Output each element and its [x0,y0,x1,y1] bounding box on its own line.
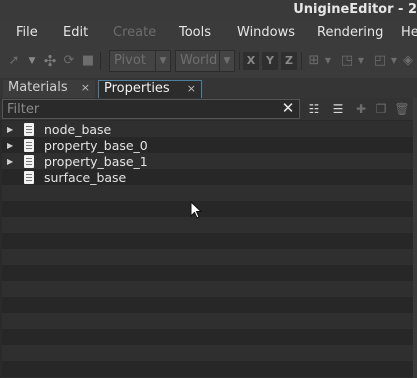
tree-item-label: node_base [44,122,112,137]
move-icon[interactable]: ✣ [43,54,57,69]
tab-properties[interactable]: Properties × [98,80,202,98]
collapse-all-icon[interactable]: ☰ [330,101,346,117]
chevron-down-icon: ▼ [219,51,234,71]
clone-icon[interactable]: ❐ [373,101,389,117]
document-icon [24,155,34,168]
menu-windows[interactable]: Windows [237,25,295,40]
menu-help[interactable]: He [401,25,417,40]
tab-materials-label: Materials [8,80,68,95]
dropdown-arrow-icon[interactable]: ▼ [25,54,39,68]
toolbar-separator [100,52,101,70]
menu-create[interactable]: Create [113,25,156,40]
axis-y-button[interactable]: Y [262,52,278,70]
title-bar: UnigineEditor - 2 [0,0,417,20]
tree-row[interactable]: surface_base [2,170,413,186]
expand-arrow-icon[interactable]: ▶ [7,122,13,138]
tab-materials[interactable]: Materials × [3,80,95,98]
snap-angle-icon[interactable]: ◳ [340,54,354,68]
delete-icon[interactable]: 🗑 [394,101,410,117]
select-cursor-icon[interactable]: ➚ [7,54,21,68]
tree-row[interactable]: ▶ node_base [2,122,413,138]
properties-tree[interactable]: ▶ node_base ▶ property_base_0 ▶ property… [2,121,413,378]
mouse-cursor-icon [190,201,202,219]
filter-input[interactable] [2,99,300,119]
pivot-select[interactable]: Pivot ▼ [109,50,171,72]
expand-arrow-icon[interactable]: ▶ [7,138,13,154]
toolbar-separator [239,52,240,70]
expand-arrow-icon[interactable]: ▶ [7,154,13,170]
tab-properties-label: Properties [104,81,170,96]
toolbar: ➚ ▼ ✣ ⟳ ■ Pivot ▼ World ▼ X Y Z ⊞ ▼ ◳ ▼ … [0,44,417,78]
snap-grid-icon[interactable]: ⊞ [307,54,321,68]
axis-x-button[interactable]: X [243,52,259,70]
toolbar-separator [301,52,302,70]
scale-icon[interactable]: ■ [81,54,95,68]
snap-scale-icon[interactable]: ◰ [373,54,387,68]
menu-tools[interactable]: Tools [179,25,211,40]
filter-toolbar: ✕ ☷ ☰ ✚ ❐ 🗑 [0,98,417,120]
add-icon[interactable]: ✚ [353,101,369,117]
tree-item-label: property_base_0 [44,138,148,153]
pivot-select-value: Pivot [114,53,146,68]
window-title: UnigineEditor - 2 [293,2,417,17]
chevron-down-icon[interactable]: ▼ [354,54,368,68]
tree-item-label: surface_base [44,170,127,185]
panel-tab-bar: Materials × Properties × [0,78,417,98]
menu-bar: File Edit Create Tools Windows Rendering… [0,20,417,44]
clear-filter-icon[interactable]: ✕ [280,99,296,117]
chevron-down-icon: ▼ [155,51,170,71]
tree-item-label: property_base_1 [44,154,148,169]
menu-file[interactable]: File [16,25,38,40]
world-select[interactable]: World ▼ [175,50,235,72]
panel-edge [413,98,417,378]
world-select-value: World [180,53,218,68]
close-icon[interactable]: × [81,80,90,96]
document-icon [24,123,34,136]
rotate-icon[interactable]: ⟳ [62,54,76,68]
close-icon[interactable]: × [187,81,196,97]
snap-more-icon[interactable]: ◈ [401,54,415,68]
axis-z-button[interactable]: Z [281,52,297,70]
tree-row[interactable]: ▶ property_base_0 [2,138,413,154]
document-icon [24,171,34,184]
menu-rendering[interactable]: Rendering [317,25,383,40]
menu-edit[interactable]: Edit [63,25,88,40]
chevron-down-icon[interactable]: ▼ [321,54,335,68]
expand-all-icon[interactable]: ☷ [306,101,322,117]
document-icon [24,139,34,152]
chevron-down-icon[interactable]: ▼ [387,54,401,68]
tree-row[interactable]: ▶ property_base_1 [2,154,413,170]
